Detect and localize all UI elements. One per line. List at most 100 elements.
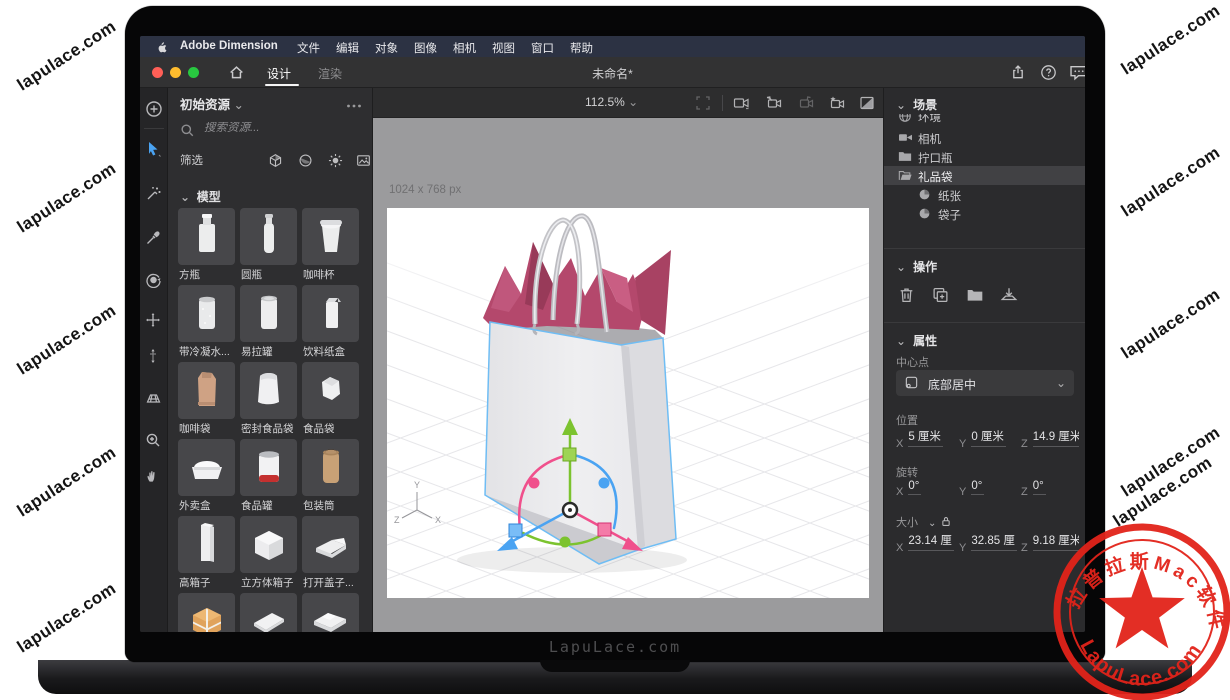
model-thumbnail[interactable] bbox=[178, 439, 235, 496]
position-x-field[interactable]: 5 厘米 bbox=[908, 428, 943, 447]
share-icon[interactable] bbox=[1010, 64, 1026, 86]
scene-section-title[interactable]: ⌄场景 bbox=[896, 96, 937, 113]
zoom-control[interactable]: 112.5% ⌄ bbox=[585, 95, 638, 109]
model-thumbnail[interactable] bbox=[240, 516, 297, 573]
trash-icon[interactable] bbox=[898, 286, 915, 309]
model-thumb-partial[interactable] bbox=[302, 593, 359, 632]
model-thumb-饮料纸盒[interactable]: 饮料纸盒 bbox=[302, 285, 359, 358]
scale-x-handle[interactable] bbox=[598, 523, 611, 536]
model-thumb-食品袋[interactable]: 食品袋 bbox=[302, 362, 359, 435]
scene-item-拧口瓶[interactable]: 拧口瓶 bbox=[884, 147, 1085, 166]
camera-redo-icon[interactable] bbox=[797, 95, 814, 116]
add-tool-icon[interactable] bbox=[145, 100, 163, 118]
magic-wand-tool-icon[interactable] bbox=[145, 186, 163, 204]
menu-item-8[interactable]: 帮助 bbox=[570, 40, 593, 56]
drop-to-ground-icon[interactable] bbox=[1000, 286, 1018, 309]
model-thumbnail[interactable] bbox=[178, 285, 235, 342]
position-y-field[interactable]: 0 厘米 bbox=[971, 428, 1006, 447]
model-thumbnail[interactable] bbox=[240, 362, 297, 419]
menu-item-7[interactable]: 窗口 bbox=[531, 40, 554, 56]
model-thumbnail[interactable] bbox=[240, 208, 297, 265]
model-thumb-partial[interactable] bbox=[178, 593, 235, 632]
model-thumb-咖啡袋[interactable]: 咖啡袋 bbox=[178, 362, 235, 435]
menu-item-6[interactable]: 视图 bbox=[492, 40, 515, 56]
search-input[interactable] bbox=[204, 122, 354, 134]
image-filter-icon[interactable] bbox=[356, 153, 371, 171]
rotate-handle-blue[interactable] bbox=[599, 478, 610, 489]
canvas-viewport[interactable]: 1024 x 768 px bbox=[373, 118, 883, 632]
menu-item-2[interactable]: 编辑 bbox=[336, 40, 359, 56]
scale-y-handle[interactable] bbox=[563, 448, 576, 461]
camera-keyframe-icon[interactable] bbox=[733, 95, 750, 116]
model-thumbnail[interactable] bbox=[302, 439, 359, 496]
camera-undo-icon[interactable] bbox=[765, 95, 782, 116]
model-thumb-高箱子[interactable]: 高箱子 bbox=[178, 516, 235, 589]
assets-panel-title[interactable]: 初始资源 ⌄ bbox=[180, 94, 244, 113]
position-z-field[interactable]: 14.9 厘米 bbox=[1033, 428, 1079, 447]
light-filter-icon[interactable] bbox=[328, 153, 343, 171]
menu-item-1[interactable]: 文件 bbox=[297, 40, 320, 56]
model-thumb-partial[interactable] bbox=[240, 593, 297, 632]
models-section-header[interactable]: ⌄ 模型 bbox=[180, 188, 221, 205]
material-filter-icon[interactable] bbox=[298, 153, 313, 171]
model-thumb-食品罐[interactable]: 食品罐 bbox=[240, 439, 297, 512]
assets-more-icon[interactable] bbox=[346, 96, 362, 114]
model-thumb-密封食品袋[interactable]: 密封食品袋 bbox=[240, 362, 297, 435]
model-thumbnail[interactable] bbox=[302, 285, 359, 342]
model-thumbnail[interactable] bbox=[302, 593, 359, 632]
size-x-field[interactable]: 23.14 厘 bbox=[908, 532, 953, 551]
sampler-tool-icon[interactable] bbox=[145, 230, 163, 248]
model-thumb-打开盖子...[interactable]: 打开盖子... bbox=[302, 516, 359, 589]
pan-tool-icon[interactable] bbox=[145, 312, 163, 330]
menu-app-name[interactable]: Adobe Dimension bbox=[180, 40, 278, 52]
model-thumb-方瓶[interactable]: 方瓶 bbox=[178, 208, 235, 281]
size-options[interactable]: ⌄ bbox=[928, 513, 951, 531]
camera-bookmark-icon[interactable] bbox=[828, 95, 845, 116]
menu-item-5[interactable]: 相机 bbox=[453, 40, 476, 56]
scene-item-环境[interactable]: 环境 bbox=[884, 114, 1085, 125]
scene-item-礼品袋[interactable]: 礼品袋 bbox=[884, 166, 1085, 185]
model-thumbnail[interactable] bbox=[240, 285, 297, 342]
menu-item-3[interactable]: 对象 bbox=[375, 40, 398, 56]
model-thumb-外卖盒[interactable]: 外卖盒 bbox=[178, 439, 235, 512]
scene-3d-view[interactable]: Y Z X bbox=[387, 208, 869, 598]
model-thumbnail[interactable] bbox=[178, 593, 235, 632]
model-thumbnail[interactable] bbox=[240, 593, 297, 632]
properties-section-title[interactable]: ⌄属性 bbox=[896, 332, 937, 349]
model-thumbnail[interactable] bbox=[302, 362, 359, 419]
model-thumbnail[interactable] bbox=[178, 516, 235, 573]
help-icon[interactable] bbox=[1040, 64, 1057, 86]
model-thumbnail[interactable] bbox=[302, 208, 359, 265]
rotate-handle-pink[interactable] bbox=[529, 478, 540, 489]
rotation-y-field[interactable]: 0° bbox=[971, 480, 984, 495]
model-filter-icon[interactable] bbox=[268, 153, 283, 171]
orbit-tool-icon[interactable] bbox=[145, 272, 163, 290]
feedback-chat-icon[interactable] bbox=[1069, 64, 1085, 86]
model-thumbnail[interactable] bbox=[240, 439, 297, 496]
model-thumb-圆瓶[interactable]: 圆瓶 bbox=[240, 208, 297, 281]
model-thumbnail[interactable] bbox=[302, 516, 359, 573]
duplicate-icon[interactable] bbox=[932, 286, 949, 309]
model-thumb-包装筒[interactable]: 包装筒 bbox=[302, 439, 359, 512]
pivot-dropdown[interactable]: 底部居中 ⌄ bbox=[896, 370, 1074, 396]
rotate-handle-green[interactable] bbox=[560, 537, 571, 548]
scale-z-handle[interactable] bbox=[509, 524, 522, 537]
dolly-tool-icon[interactable] bbox=[145, 348, 163, 366]
group-folder-icon[interactable] bbox=[966, 286, 984, 309]
zoom-tool-icon[interactable] bbox=[145, 432, 163, 450]
model-thumb-易拉罐[interactable]: 易拉罐 bbox=[240, 285, 297, 358]
fit-frame-icon[interactable] bbox=[695, 95, 711, 116]
scene-item-相机[interactable]: 相机 bbox=[884, 128, 1085, 147]
model-thumb-咖啡杯[interactable]: 咖啡杯 bbox=[302, 208, 359, 281]
scene-item-袋子[interactable]: 袋子 bbox=[884, 204, 1085, 223]
horizon-tool-icon[interactable] bbox=[145, 390, 163, 408]
actions-section-title[interactable]: ⌄操作 bbox=[896, 258, 937, 275]
scene-item-纸张[interactable]: 纸张 bbox=[884, 185, 1085, 204]
size-y-field[interactable]: 32.85 厘 bbox=[971, 532, 1016, 551]
match-image-icon[interactable] bbox=[859, 95, 876, 116]
apple-menu-icon[interactable] bbox=[156, 40, 168, 57]
model-thumbnail[interactable] bbox=[178, 208, 235, 265]
model-thumbnail[interactable] bbox=[178, 362, 235, 419]
rotation-z-field[interactable]: 0° bbox=[1033, 480, 1046, 495]
model-thumb-立方体箱子[interactable]: 立方体箱子 bbox=[240, 516, 297, 589]
